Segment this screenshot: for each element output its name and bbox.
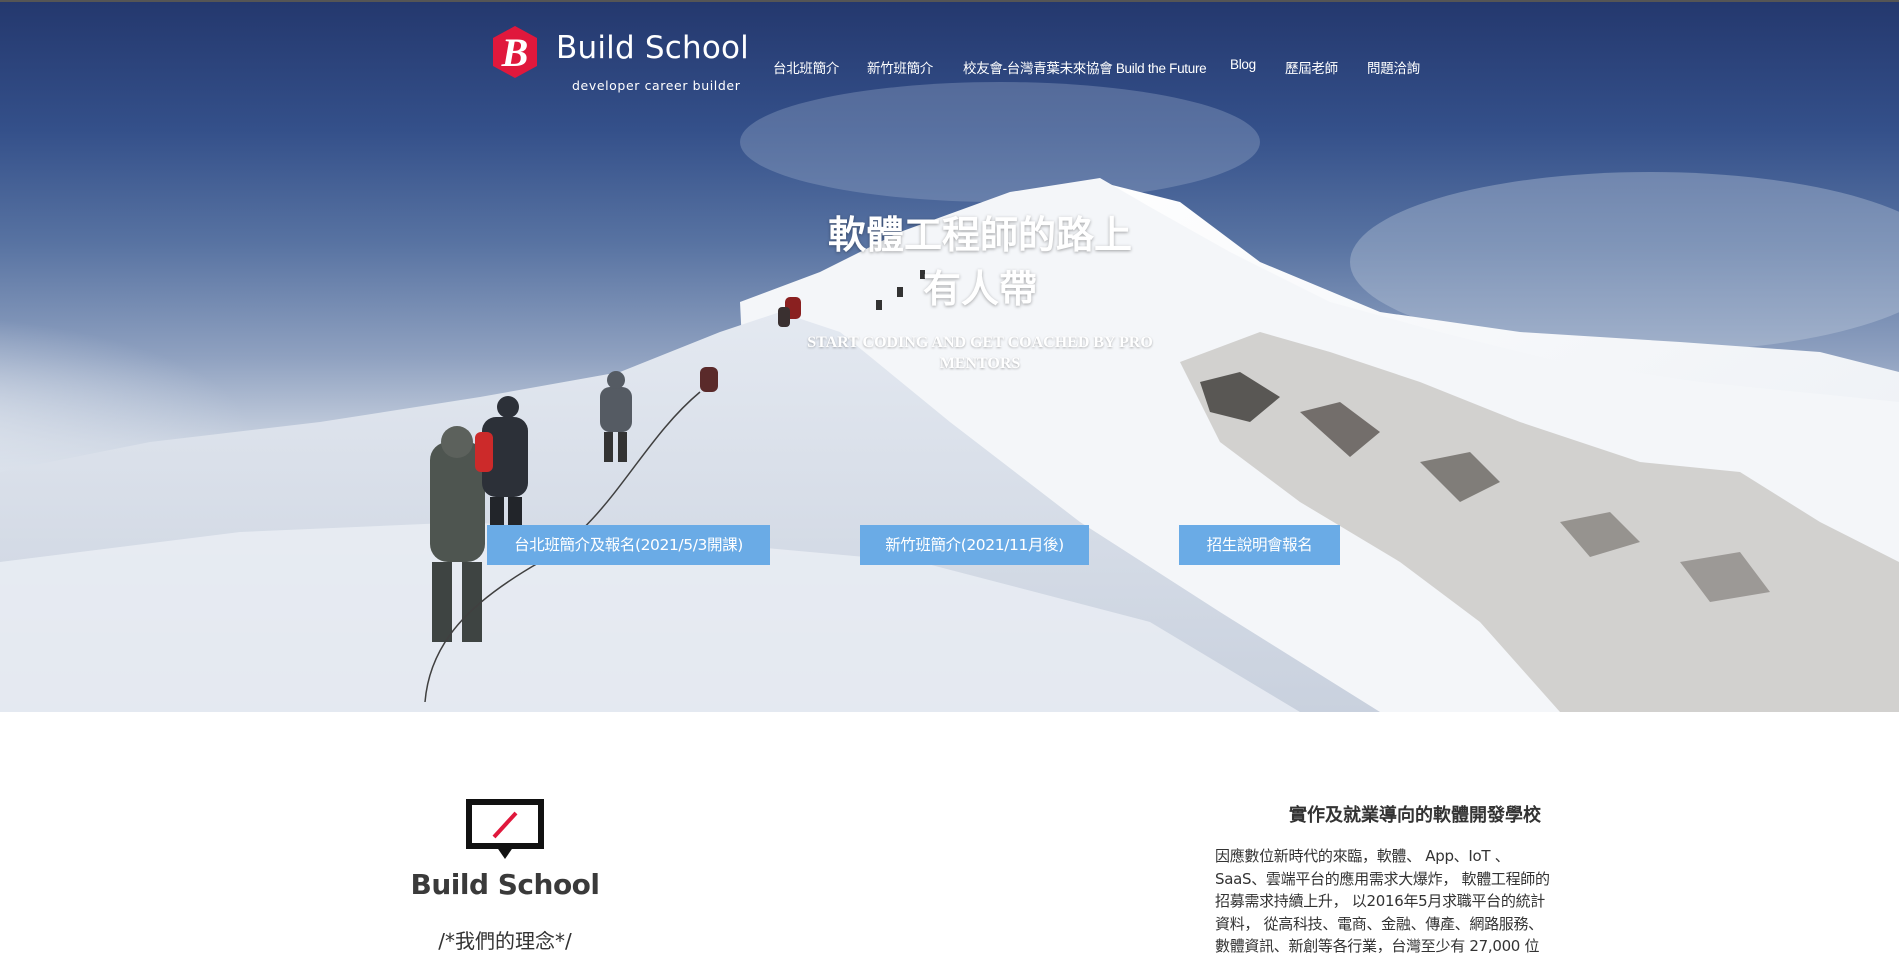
hero-title: 軟體工程師的路上 有人帶 bbox=[700, 208, 1260, 316]
intro-line: 招募需求持續上升， 以2016年5月求職平台的統計 bbox=[1215, 892, 1545, 910]
nav-item-hsinchu[interactable]: 新竹班簡介 bbox=[867, 57, 933, 77]
nav-item-blog[interactable]: Blog bbox=[1230, 57, 1256, 72]
hero-title-line1: 軟體工程師的路上 bbox=[827, 213, 1132, 257]
about-brand-name: Build School bbox=[410, 868, 600, 901]
nav-item-alumni[interactable]: 校友會-台灣青葉未來協會 Build the Future bbox=[963, 57, 1207, 77]
nav-item-teachers[interactable]: 歷屆老師 bbox=[1285, 57, 1338, 77]
about-philosophy-heading: /*我們的理念*/ bbox=[438, 929, 572, 953]
hero-subtitle: START CODING AND GET COACHED BY PRO MENT… bbox=[780, 332, 1180, 374]
hero-subtitle-line1: START CODING AND GET COACHED BY PRO bbox=[807, 334, 1153, 351]
intro-paragraph: 因應數位新時代的來臨，軟體、 App、IoT 、 SaaS、雲端平台的應用需求大… bbox=[1215, 845, 1615, 958]
intro-line: 因應數位新時代的來臨，軟體、 App、IoT 、 bbox=[1215, 847, 1510, 865]
intro-line: SaaS、雲端平台的應用需求大爆炸， 軟體工程師的 bbox=[1215, 869, 1550, 888]
intro-line: 數體資訊、新創等各行業，台灣至少有 27,000 位 bbox=[1215, 937, 1540, 955]
brand-logo-icon[interactable]: B bbox=[489, 24, 541, 80]
nav-item-contact[interactable]: 問題洽詢 bbox=[1367, 57, 1420, 77]
logo-letter: B bbox=[501, 30, 529, 75]
slash-screen-icon bbox=[466, 799, 544, 859]
hsinchu-info-button[interactable]: 新竹班簡介(2021/11月後) bbox=[860, 525, 1089, 565]
nav-item-taipei[interactable]: 台北班簡介 bbox=[773, 57, 839, 77]
hero-banner: B Build School developer career builder … bbox=[0, 2, 1899, 712]
info-session-signup-button[interactable]: 招生說明會報名 bbox=[1179, 525, 1340, 565]
brand-name[interactable]: Build School bbox=[556, 30, 749, 66]
intro-heading: 實作及就業導向的軟體開發學校 bbox=[1289, 805, 1541, 826]
hero-title-line2: 有人帶 bbox=[922, 267, 1037, 311]
brand-tagline: developer career builder bbox=[572, 78, 741, 93]
intro-line: 資料， 從高科技、電商、金融、傳產、網路服務、 bbox=[1215, 914, 1543, 933]
taipei-signup-button[interactable]: 台北班簡介及報名(2021/5/3開課) bbox=[487, 525, 770, 565]
hero-subtitle-line2: MENTORS bbox=[939, 355, 1021, 372]
